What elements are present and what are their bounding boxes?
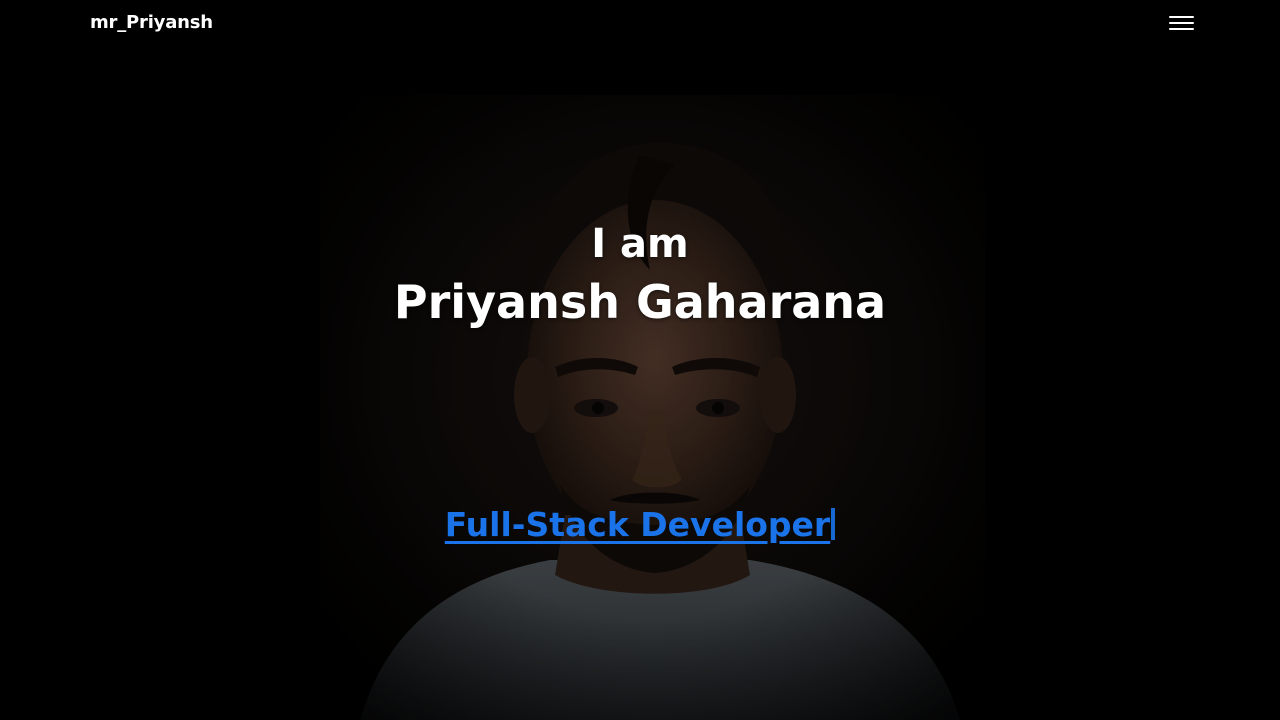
navbar: mr_Priyansh bbox=[0, 0, 1280, 48]
hero-name: Priyansh Gaharana bbox=[393, 275, 887, 329]
hero-role: Full-Stack Developer bbox=[0, 500, 1280, 550]
menu-bar-bottom bbox=[1169, 28, 1194, 30]
menu-bar-middle bbox=[1169, 22, 1194, 24]
typing-cursor bbox=[831, 508, 836, 540]
portfolio-page: mr_Priyansh I am Priyansh Gaharana Full-… bbox=[0, 0, 1280, 720]
hamburger-menu-icon[interactable] bbox=[1168, 15, 1196, 33]
brand-logo-link[interactable]: mr_Priyansh bbox=[90, 12, 213, 33]
role-link[interactable]: Full-Stack Developer bbox=[445, 505, 830, 544]
hero-intro: I am bbox=[591, 221, 689, 267]
menu-bar-top bbox=[1169, 16, 1194, 18]
profile-photo bbox=[320, 95, 985, 720]
